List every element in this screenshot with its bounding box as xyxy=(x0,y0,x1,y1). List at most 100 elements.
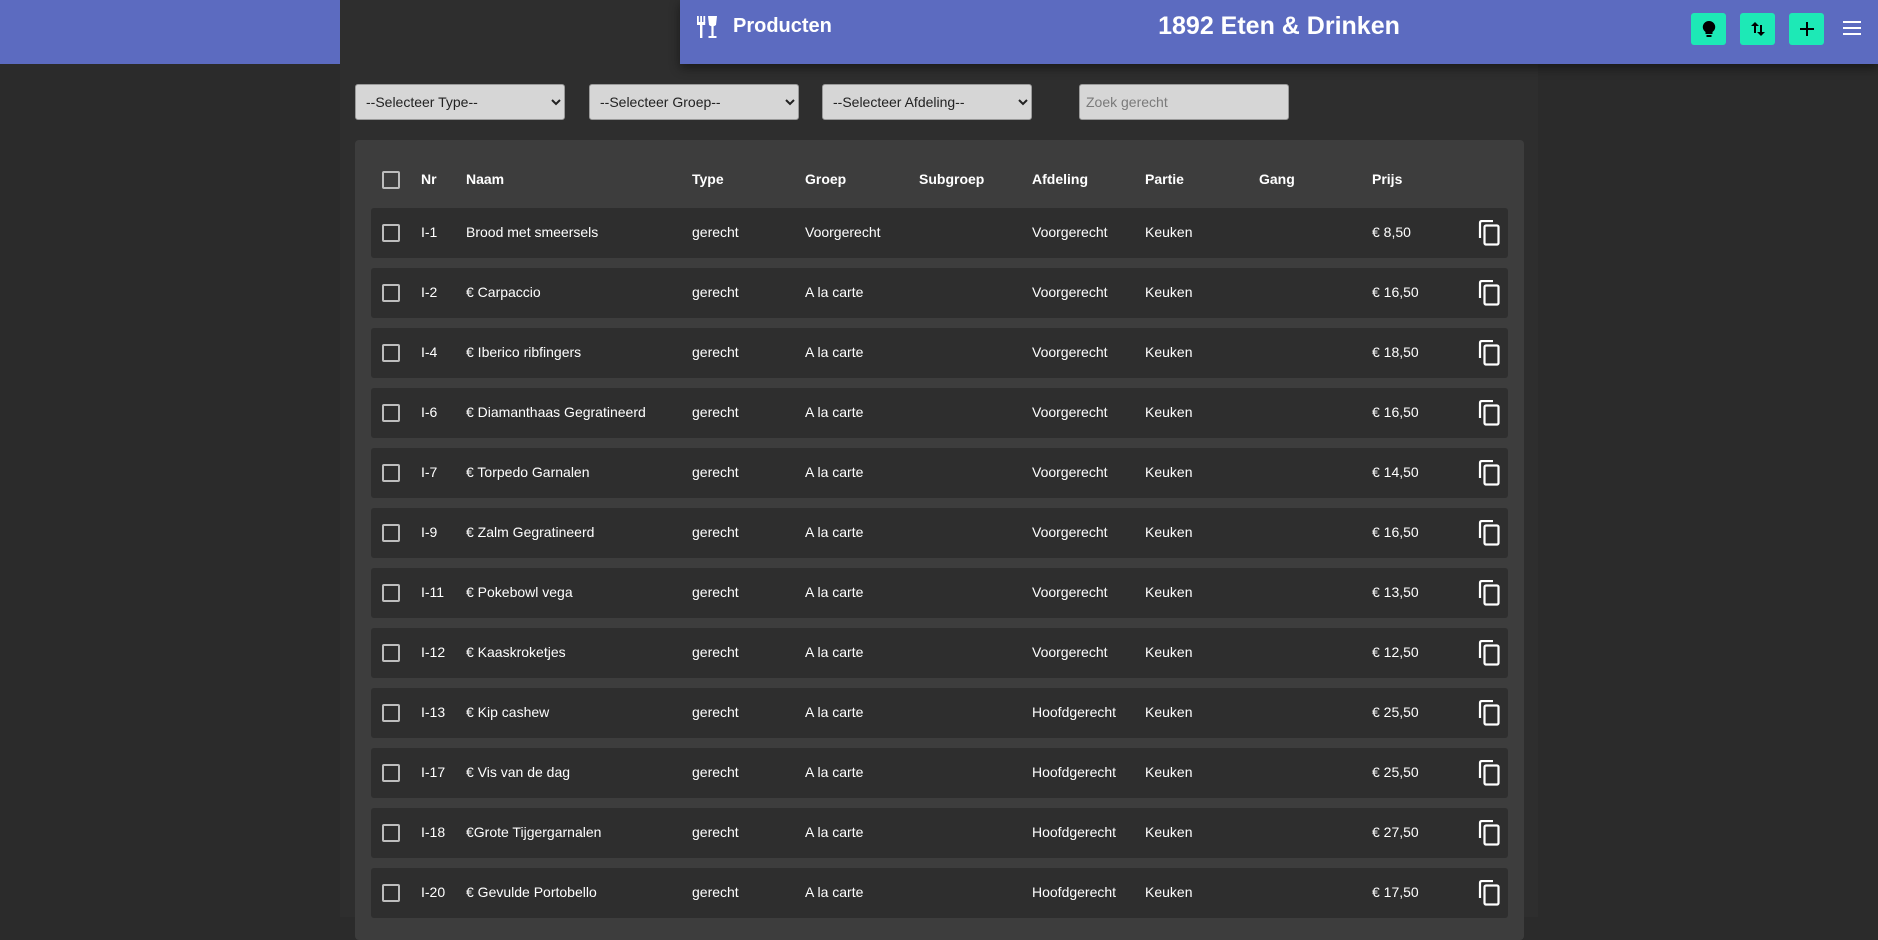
swap-vertical-icon xyxy=(1750,22,1765,36)
table-row[interactable]: I-17 € Vis van de dag gerecht A la carte Hoo… xyxy=(371,748,1508,798)
column-header-partie[interactable]: Partie xyxy=(1145,171,1184,187)
cell-groep: A la carte xyxy=(805,884,864,900)
copy-icon[interactable] xyxy=(1477,880,1501,906)
cell-groep: A la carte xyxy=(805,464,864,480)
column-header-gang[interactable]: Gang xyxy=(1259,171,1295,187)
cell-nr: I-12 xyxy=(421,644,446,660)
row-checkbox[interactable] xyxy=(382,524,400,542)
cell-nr: I-20 xyxy=(421,884,446,900)
row-checkbox[interactable] xyxy=(382,224,400,242)
cell-naam: Brood met smeersels xyxy=(466,224,599,240)
lightbulb-icon xyxy=(1702,20,1715,37)
copy-icon[interactable] xyxy=(1477,700,1501,726)
copy-icon[interactable] xyxy=(1477,400,1501,426)
cell-type: gerecht xyxy=(692,824,739,840)
cell-groep: A la carte xyxy=(805,584,864,600)
cell-nr: I-2 xyxy=(421,284,438,300)
row-checkbox[interactable] xyxy=(382,884,400,902)
cell-type: gerecht xyxy=(692,464,739,480)
table-row[interactable]: I-20 € Gevulde Portobello gerecht A la cart… xyxy=(371,868,1508,918)
cell-groep: A la carte xyxy=(805,524,864,540)
cell-prijs: € 14,50 xyxy=(1372,464,1419,480)
plus-icon xyxy=(1799,22,1814,36)
copy-icon[interactable] xyxy=(1477,820,1501,846)
cell-afdeling: Voorgerecht xyxy=(1032,644,1108,660)
cell-prijs: € 18,50 xyxy=(1372,344,1419,360)
copy-icon[interactable] xyxy=(1477,460,1501,486)
copy-icon[interactable] xyxy=(1477,760,1501,786)
cell-nr: I-4 xyxy=(421,344,438,360)
cell-afdeling: Voorgerecht xyxy=(1032,224,1108,240)
add-button[interactable] xyxy=(1789,13,1824,45)
row-checkbox[interactable] xyxy=(382,644,400,662)
table-row[interactable]: I-4 € Iberico ribfingers gerecht A la carte… xyxy=(371,328,1508,378)
cell-type: gerecht xyxy=(692,344,739,360)
copy-icon[interactable] xyxy=(1477,640,1501,666)
table-row[interactable]: I-18 €Grote Tijgergarnalen gerecht A la car… xyxy=(371,808,1508,858)
table-row[interactable]: I-2 € Carpaccio gerecht A la carte Voorgerec… xyxy=(371,268,1508,318)
afdeling-select[interactable]: --Selecteer Afdeling-- xyxy=(822,84,1032,120)
copy-icon[interactable] xyxy=(1477,220,1501,246)
cell-prijs: € 8,50 xyxy=(1372,224,1411,240)
menu-button[interactable] xyxy=(1840,16,1864,40)
table-row[interactable]: I-6 € Diamanthaas Gegratineerd gerecht A la… xyxy=(371,388,1508,438)
table-row[interactable]: I-11 € Pokebowl vega gerecht A la carte Voor… xyxy=(371,568,1508,618)
copy-icon[interactable] xyxy=(1477,280,1501,306)
table-row[interactable]: I-9 € Zalm Gegratineerd gerecht A la carte V… xyxy=(371,508,1508,558)
cell-afdeling: Hoofdgerecht xyxy=(1032,884,1117,900)
table-row[interactable]: I-1 Brood met smeersels gerecht Voorgerecht… xyxy=(371,208,1508,258)
type-select[interactable]: --Selecteer Type-- xyxy=(355,84,565,120)
column-header-groep[interactable]: Groep xyxy=(805,171,846,187)
cell-groep: A la carte xyxy=(805,704,864,720)
row-checkbox[interactable] xyxy=(382,764,400,782)
select-all-checkbox[interactable] xyxy=(382,171,400,189)
table-row[interactable]: I-12 € Kaaskroketjes gerecht A la carte Voor… xyxy=(371,628,1508,678)
idea-button[interactable] xyxy=(1691,13,1726,45)
row-checkbox[interactable] xyxy=(382,824,400,842)
cell-partie: Keuken xyxy=(1145,824,1193,840)
cell-prijs: € 16,50 xyxy=(1372,524,1419,540)
cell-partie: Keuken xyxy=(1145,224,1193,240)
cell-afdeling: Hoofdgerecht xyxy=(1032,764,1117,780)
column-header-prijs[interactable]: Prijs xyxy=(1372,171,1402,187)
cell-prijs: € 16,50 xyxy=(1372,404,1419,420)
cell-type: gerecht xyxy=(692,284,739,300)
cell-nr: I-17 xyxy=(421,764,446,780)
cell-naam: € Kip cashew xyxy=(466,704,550,720)
cell-prijs: € 12,50 xyxy=(1372,644,1419,660)
copy-icon[interactable] xyxy=(1477,520,1501,546)
column-header-subgroep[interactable]: Subgroep xyxy=(919,171,984,187)
row-checkbox[interactable] xyxy=(382,584,400,602)
cell-naam: € Zalm Gegratineerd xyxy=(466,524,595,540)
column-header-afdeling[interactable]: Afdeling xyxy=(1032,171,1088,187)
column-header-nr[interactable]: Nr xyxy=(421,171,437,187)
cell-partie: Keuken xyxy=(1145,584,1193,600)
cell-afdeling: Voorgerecht xyxy=(1032,524,1108,540)
cell-groep: A la carte xyxy=(805,764,864,780)
sort-button[interactable] xyxy=(1740,13,1775,45)
column-header-type[interactable]: Type xyxy=(692,171,724,187)
cell-afdeling: Voorgerecht xyxy=(1032,344,1108,360)
cell-naam: € Kaaskroketjes xyxy=(466,644,566,660)
cell-type: gerecht xyxy=(692,644,739,660)
table-row[interactable]: I-7 € Torpedo Garnalen gerecht A la carte Vo… xyxy=(371,448,1508,498)
hamburger-menu-icon xyxy=(1843,21,1861,35)
groep-select[interactable]: --Selecteer Groep-- xyxy=(589,84,799,120)
cell-afdeling: Voorgerecht xyxy=(1032,404,1108,420)
row-checkbox[interactable] xyxy=(382,704,400,722)
column-header-naam[interactable]: Naam xyxy=(466,171,504,187)
cell-afdeling: Voorgerecht xyxy=(1032,584,1108,600)
cell-partie: Keuken xyxy=(1145,284,1193,300)
copy-icon[interactable] xyxy=(1477,580,1501,606)
cell-naam: € Vis van de dag xyxy=(466,764,571,780)
cell-type: gerecht xyxy=(692,584,739,600)
cell-afdeling: Voorgerecht xyxy=(1032,284,1108,300)
row-checkbox[interactable] xyxy=(382,464,400,482)
row-checkbox[interactable] xyxy=(382,344,400,362)
row-checkbox[interactable] xyxy=(382,284,400,302)
search-input[interactable] xyxy=(1079,84,1289,120)
copy-icon[interactable] xyxy=(1477,340,1501,366)
cell-naam: € Diamanthaas Gegratineerd xyxy=(466,404,646,420)
row-checkbox[interactable] xyxy=(382,404,400,422)
table-row[interactable]: I-13 € Kip cashew gerecht A la carte Hoofdge… xyxy=(371,688,1508,738)
